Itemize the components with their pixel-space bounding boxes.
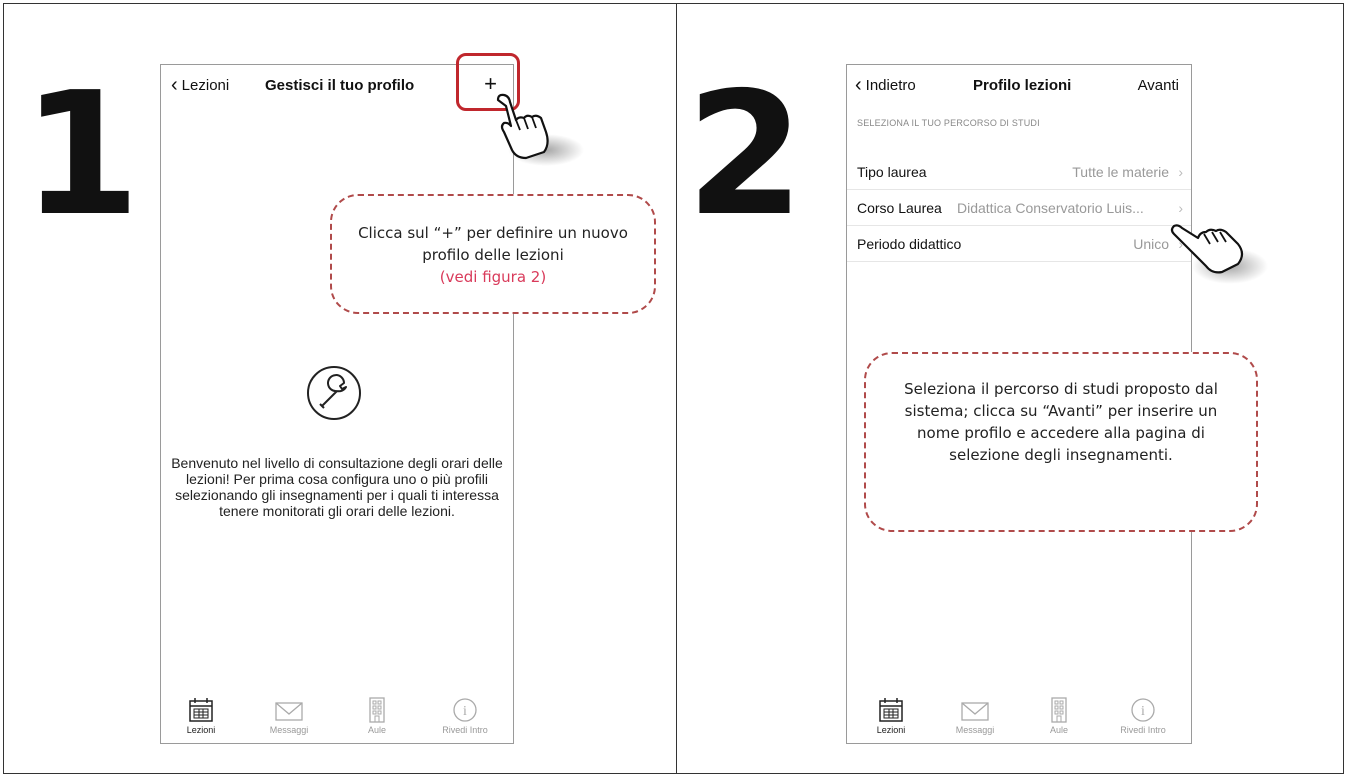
row-value: Didattica Conservatorio Luis...: [957, 200, 1144, 216]
calendar-icon: [879, 698, 903, 722]
row-tipo-laurea[interactable]: Tipo laurea Tutte le materie ›: [847, 155, 1191, 190]
tab-bar: Lezioni Messaggi Aule i Rivedi Intro: [161, 683, 513, 743]
building-icon: [369, 697, 385, 723]
tab-bar: Lezioni Messaggi Aule i Rivedi Intro: [847, 683, 1191, 743]
section-header: SELEZIONA IL TUO PERCORSO DI STUDI: [857, 118, 1040, 128]
welcome-text: Benvenuto nel livello di consultazione d…: [171, 455, 503, 519]
page-title: Profilo lezioni: [973, 77, 1072, 94]
panel-divider: [676, 3, 677, 774]
tab-label: Messaggi: [269, 725, 309, 735]
next-button[interactable]: Avanti: [1138, 77, 1179, 94]
back-button[interactable]: ‹ Lezioni: [171, 73, 230, 96]
tab-rivedi-intro[interactable]: i Rivedi Intro: [1103, 697, 1183, 735]
svg-text:i: i: [463, 704, 467, 719]
callout-step2: Seleziona il percorso di studi proposto …: [864, 352, 1258, 532]
callout-step1: Clicca sul “+” per definire un nuovo pro…: [330, 194, 656, 314]
tab-messaggi[interactable]: Messaggi: [249, 697, 329, 735]
svg-text:i: i: [1141, 704, 1145, 719]
pointing-hand-icon: [486, 92, 586, 177]
tab-label: Lezioni: [876, 725, 906, 735]
back-button[interactable]: ‹ Indietro: [855, 73, 916, 96]
row-value: Tutte le materie: [1072, 164, 1169, 180]
row-periodo-didattico[interactable]: Periodo didattico Unico ›: [847, 227, 1191, 262]
tab-rivedi-intro[interactable]: i Rivedi Intro: [425, 697, 505, 735]
tab-label: Rivedi Intro: [1120, 725, 1166, 735]
tab-label: Aule: [367, 725, 386, 735]
step-number-2: 2: [686, 56, 804, 254]
info-icon: i: [1131, 698, 1155, 722]
envelope-icon: [961, 702, 989, 721]
row-label: Tipo laurea: [857, 164, 927, 180]
tab-messaggi[interactable]: Messaggi: [935, 697, 1015, 735]
tab-label: Aule: [1049, 725, 1068, 735]
wrench-icon: [304, 363, 364, 423]
tab-label: Messaggi: [955, 725, 995, 735]
step-number-1: 1: [22, 56, 140, 254]
row-label: Corso Laurea: [857, 200, 942, 216]
chevron-right-icon: ›: [1178, 164, 1183, 180]
envelope-icon: [275, 702, 303, 721]
row-corso-laurea[interactable]: Corso Laurea Didattica Conservatorio Lui…: [847, 191, 1191, 226]
callout-text: Clicca sul “+” per definire un nuovo pro…: [358, 224, 628, 264]
callout-text: Seleziona il percorso di studi proposto …: [904, 380, 1218, 464]
tab-label: Lezioni: [186, 725, 216, 735]
back-label: Indietro: [865, 77, 916, 94]
figure-link[interactable]: (vedi figura 2): [440, 268, 546, 286]
chevron-left-icon: ‹: [855, 73, 862, 96]
tab-aule[interactable]: Aule: [337, 697, 417, 735]
tab-lezioni[interactable]: Lezioni: [851, 697, 931, 735]
pointing-hand-icon: [1168, 204, 1268, 299]
tab-label: Rivedi Intro: [442, 725, 488, 735]
chevron-left-icon: ‹: [171, 73, 178, 96]
nav-bar: ‹ Indietro Profilo lezioni Avanti: [847, 65, 1191, 103]
row-value: Unico: [1133, 236, 1169, 252]
building-icon: [1051, 697, 1067, 723]
tab-lezioni[interactable]: Lezioni: [161, 697, 241, 735]
calendar-icon: [189, 698, 213, 722]
tab-aule[interactable]: Aule: [1019, 697, 1099, 735]
back-label: Lezioni: [181, 77, 230, 94]
page-title: Gestisci il tuo profilo: [265, 77, 415, 94]
row-label: Periodo didattico: [857, 236, 962, 252]
info-icon: i: [453, 698, 477, 722]
phone-screen-1: ‹ Lezioni Gestisci il tuo profilo + Benv…: [160, 64, 514, 744]
